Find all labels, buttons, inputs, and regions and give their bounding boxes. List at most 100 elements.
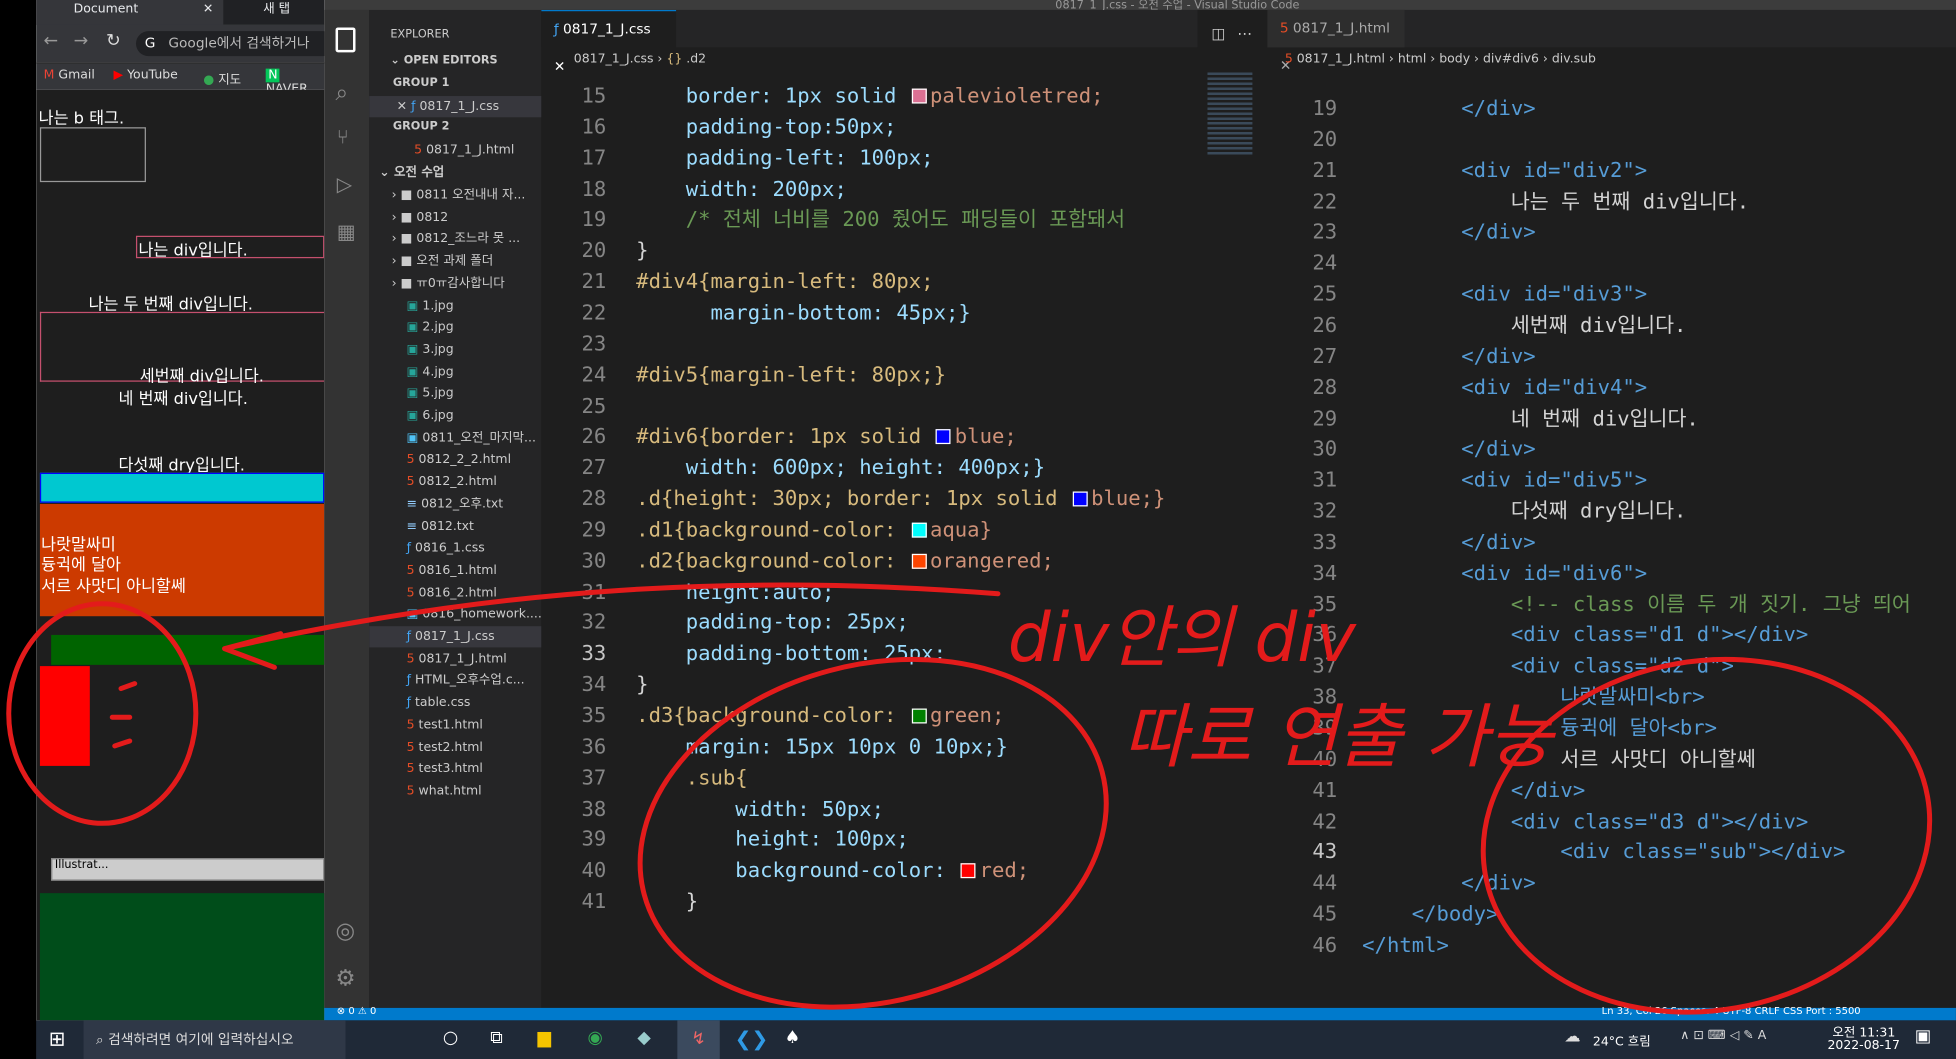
code-line[interactable]: 나랏말싸미<br> [1362, 681, 1704, 712]
code-line[interactable]: </html> [1362, 929, 1449, 960]
close-icon[interactable]: ✕ [203, 0, 213, 20]
status-right[interactable]: Ln 33, Col 26 Spaces: 4 UTF-8 CRLF CSS P… [1602, 1005, 1861, 1016]
tab-css[interactable]: ƒ 0817_1_J.css ✕ [541, 9, 677, 75]
code-line[interactable]: #div4{margin-left: 80px; [636, 266, 933, 297]
file-item[interactable]: ▣ 3.jpg [369, 339, 541, 360]
chrome-icon[interactable]: ◉ [588, 1028, 603, 1048]
bookmark-gmail[interactable]: M Gmail [44, 69, 95, 83]
open-editor-css[interactable]: ✕ ƒ 0817_1_J.css [369, 96, 542, 118]
cortana-icon[interactable]: ○ [443, 1028, 458, 1048]
color-swatch-icon[interactable] [911, 553, 927, 569]
code-line[interactable]: <div class="d3 d"></div> [1362, 805, 1808, 836]
tab-html[interactable]: 5 0817_1_J.html ✕ [1267, 9, 1405, 74]
file-item[interactable]: 5 0816_2.html [369, 582, 541, 603]
open-editors-header[interactable]: ⌄ OPEN EDITORS [369, 51, 541, 72]
file-item[interactable]: 5 test2.html [369, 737, 541, 758]
folder-item[interactable]: › ■ ㅠ0ㅠ감사합니다 [369, 273, 541, 294]
file-item[interactable]: ▣ 1.jpg [369, 295, 541, 316]
code-line[interactable]: padding-left: 100px; [636, 142, 934, 173]
file-item[interactable]: ▣ 0811_오전_마지막... [369, 427, 541, 448]
bookmark-youtube[interactable]: ▶ YouTube [114, 69, 178, 83]
file-item[interactable]: ƒ table.css [369, 692, 541, 713]
app-active-icon[interactable]: ↯ [677, 1020, 720, 1059]
address-bar[interactable]: G Google에서 검색하거나 [135, 31, 325, 57]
problems-indicator[interactable]: ⊗ 0 ⚠ 0 [337, 1005, 377, 1016]
color-swatch-icon[interactable] [936, 429, 952, 445]
file-item[interactable]: 5 what.html [369, 781, 541, 802]
code-line[interactable]: <!-- class 이름 두 개 짓기. 그냥 띄어 [1362, 588, 1911, 619]
file-item[interactable]: 5 0812_2_2.html [369, 450, 541, 471]
tray-icons[interactable]: ∧ ⊡ ⌨ ◁ ✎ A [1680, 1029, 1766, 1043]
gear-icon[interactable]: ⚙ [336, 965, 356, 991]
code-line[interactable]: padding-bottom: 25px; [636, 638, 946, 669]
windows-start-icon[interactable]: ⊞ [49, 1027, 66, 1051]
code-line[interactable]: .d{height: 30px; border: 1px solid blue;… [636, 483, 1165, 514]
account-icon[interactable]: ◎ [336, 918, 356, 944]
code-line[interactable]: </div> [1362, 433, 1535, 464]
code-line[interactable]: </div> [1362, 216, 1535, 247]
extensions-icon[interactable]: ▦ [337, 220, 356, 244]
code-line[interactable]: <div class="d1 d"></div> [1362, 619, 1808, 650]
bookmark-maps[interactable]: ● 지도 [203, 69, 241, 88]
code-line[interactable]: background-color: red; [636, 855, 1029, 886]
tab-document[interactable]: Document ✕ [36, 0, 224, 25]
file-item[interactable]: 5 test3.html [369, 759, 541, 780]
folder-header[interactable]: ⌄ 오전 수업 [369, 162, 541, 183]
back-icon[interactable]: ← [44, 31, 59, 51]
taskbar-search[interactable]: ⌕ 검색하려면 여기에 입력하십시오 [83, 1020, 346, 1059]
weather-text[interactable]: 24°C 흐림 [1593, 1030, 1651, 1049]
code-line[interactable]: } [636, 886, 698, 917]
file-item[interactable]: ƒ 0816_1.css [369, 538, 541, 559]
files-icon[interactable] [335, 27, 356, 53]
folder-item[interactable]: › ■ 0812_조느라 못 ... [369, 229, 541, 250]
file-item[interactable]: ▣ 2.jpg [369, 317, 541, 338]
code-line[interactable]: height:auto; [636, 576, 835, 607]
code-line[interactable]: #div5{margin-left: 80px;} [636, 359, 946, 390]
code-line[interactable]: .d1{background-color: aqua} [636, 514, 992, 545]
task-view-icon[interactable]: ⧉ [490, 1028, 502, 1048]
breadcrumb[interactable]: 0817_1_J.css › {} .d2 [541, 47, 1197, 72]
file-item[interactable]: ▣ 5.jpg [369, 383, 541, 404]
tab-new[interactable]: 새 탭 [226, 0, 325, 25]
notification-icon[interactable]: ▣ [1915, 1027, 1932, 1047]
file-item[interactable]: ƒ 0817_1_J.css [369, 626, 542, 648]
code-line[interactable]: } [636, 669, 648, 700]
html-breadcrumb[interactable]: 5 0817_1_J.html › html › body › div#div6… [1267, 47, 1956, 72]
code-line[interactable]: </div> [1362, 340, 1535, 371]
code-line[interactable]: height: 100px; [636, 824, 908, 855]
code-line[interactable]: padding-top: 25px; [636, 607, 909, 638]
code-line[interactable]: <div id="div4"> [1362, 371, 1647, 402]
file-item[interactable]: ≡ 0812_오후.txt [369, 494, 541, 515]
code-line[interactable]: </div> [1362, 92, 1535, 123]
folder-item[interactable]: › ■ 0811 오전내내 자... [369, 185, 541, 206]
color-swatch-icon[interactable] [911, 708, 927, 724]
code-line[interactable]: </div> [1362, 774, 1585, 805]
code-line[interactable]: <div id="div5"> [1362, 464, 1647, 495]
app-icon[interactable]: ◆ [637, 1028, 650, 1048]
file-item[interactable]: ƒ HTML_오후수업.c... [369, 670, 541, 691]
code-line[interactable]: <div id="div3"> [1362, 278, 1647, 309]
file-item[interactable]: ≡ 0812.txt [369, 516, 541, 537]
split-editor-icon[interactable]: ◫ [1211, 25, 1225, 42]
solitaire-icon[interactable]: ♠ [785, 1028, 801, 1048]
code-line[interactable]: 서르 사맛디 아니할쎄 [1362, 743, 1755, 774]
code-line[interactable]: <div class="sub"></div> [1362, 836, 1845, 867]
more-actions-icon[interactable]: ⋯ [1237, 25, 1252, 42]
open-editor-html[interactable]: 5 0817_1_J.html [369, 140, 541, 161]
clock-date[interactable]: 2022-08-17 [1827, 1039, 1900, 1053]
color-swatch-icon[interactable] [911, 88, 927, 104]
code-line[interactable]: 네 번째 div입니다. [1362, 402, 1699, 433]
code-line[interactable]: 세번째 div입니다. [1362, 309, 1687, 340]
code-line[interactable]: padding-top:50px; [636, 111, 897, 142]
vscode-icon[interactable]: ❮❯ [735, 1027, 768, 1051]
code-line[interactable]: .d3{background-color: green; [636, 700, 1004, 731]
file-explorer-icon[interactable]: ▆ [538, 1028, 551, 1048]
file-item[interactable]: 5 0816_1.html [369, 560, 541, 581]
code-line[interactable]: <div id="div2"> [1362, 154, 1647, 185]
forward-icon[interactable]: → [74, 31, 89, 51]
file-item[interactable]: ▣ 0816_homework.... [369, 604, 542, 625]
color-swatch-icon[interactable] [960, 863, 976, 879]
code-line[interactable]: <div id="div6"> [1362, 557, 1647, 588]
code-line[interactable]: 다섯째 dry입니다. [1362, 495, 1687, 526]
reload-icon[interactable]: ↻ [106, 31, 121, 51]
